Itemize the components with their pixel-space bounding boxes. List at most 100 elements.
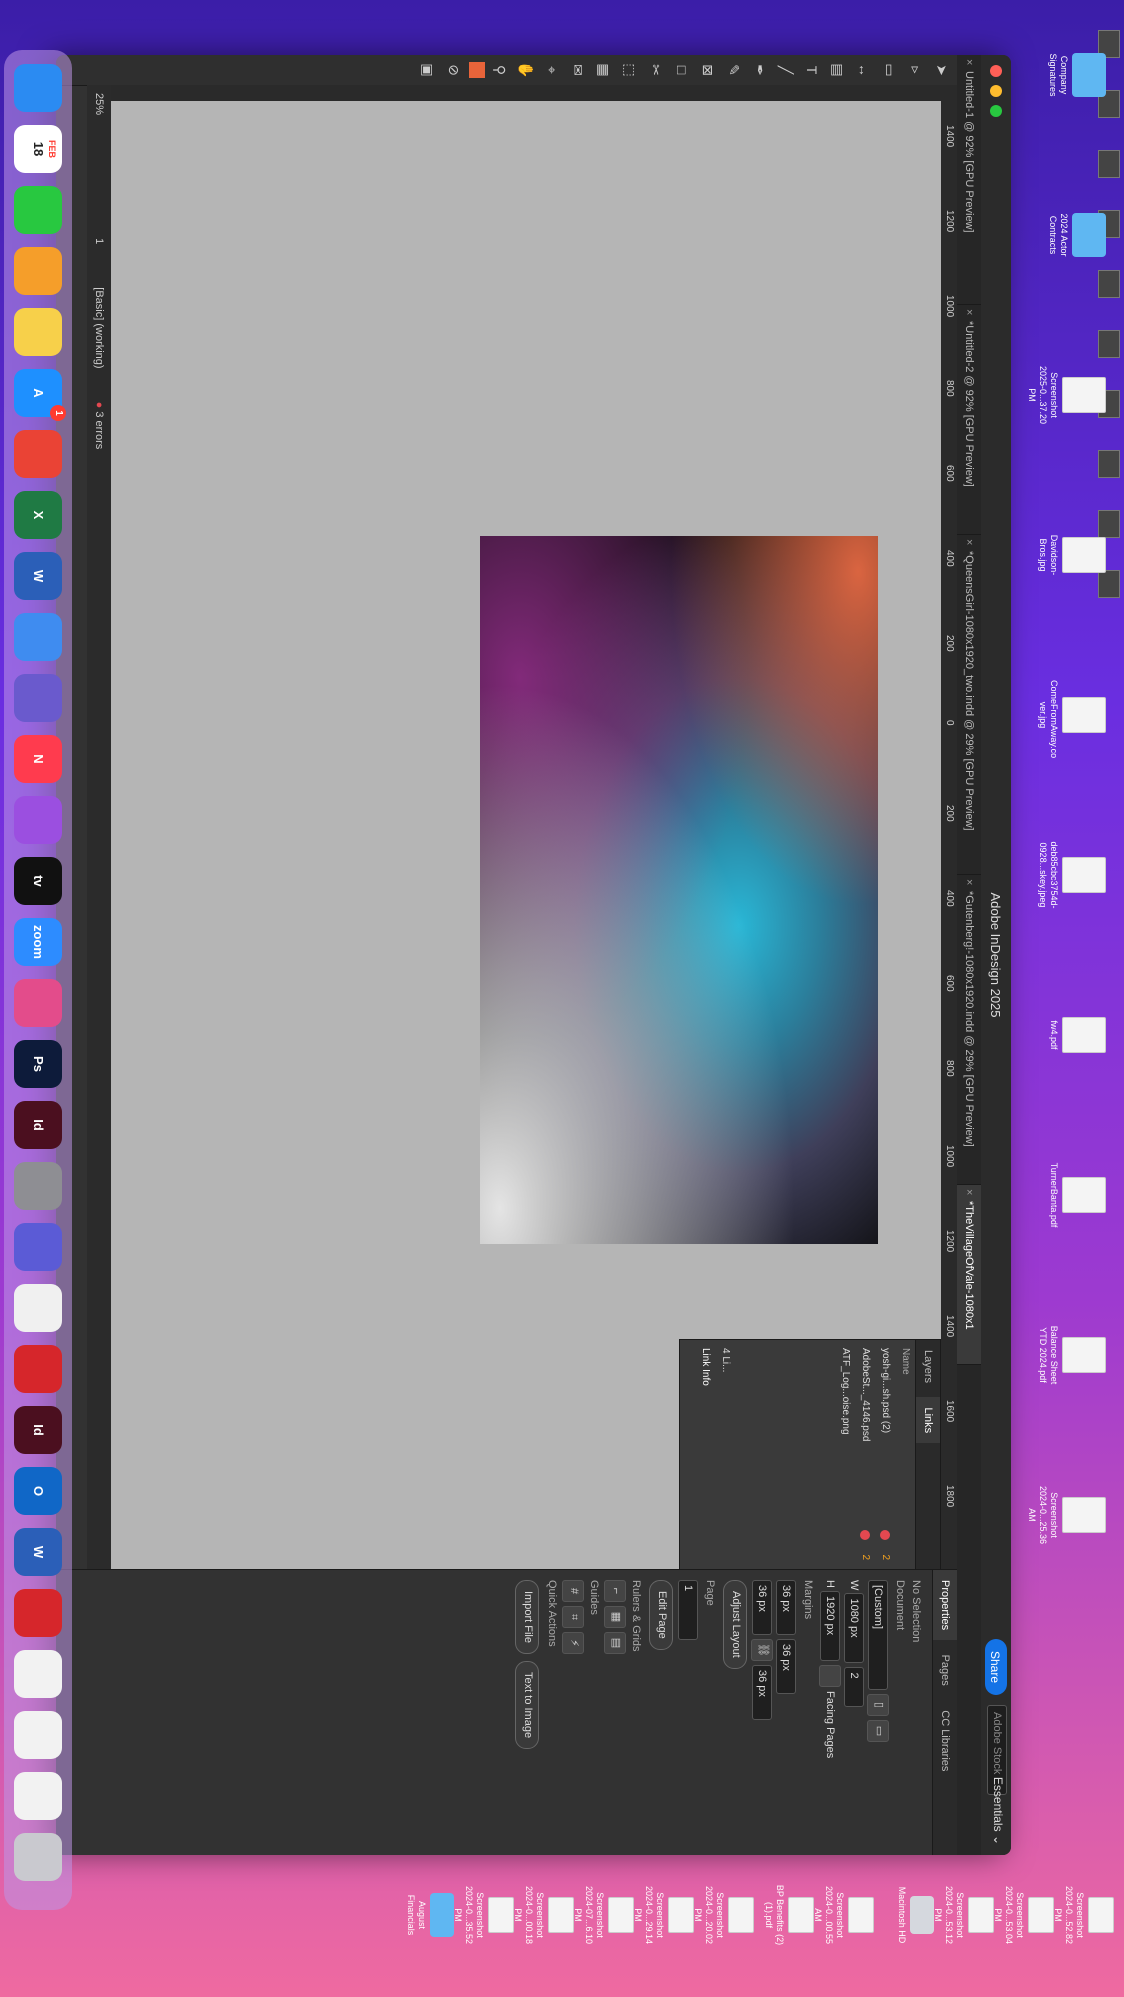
app-store-icon[interactable]: A1 — [14, 369, 66, 421]
tab-untitled-2[interactable]: × *Untitled-2 @ 92% [GPU Preview] — [957, 305, 981, 535]
tab-pages[interactable]: Pages — [933, 1645, 957, 1696]
word-doc-icon[interactable]: W — [14, 1528, 62, 1576]
system-settings-icon[interactable] — [14, 1162, 62, 1210]
acrobat-icon[interactable] — [14, 1345, 62, 1393]
tab-links[interactable]: Links — [916, 1397, 940, 1444]
document-page-smoke-image[interactable] — [480, 536, 878, 1244]
desktop-icon[interactable]: Macintosh HD — [896, 1880, 934, 1950]
desktop-icon[interactable]: Company Signatures — [1047, 40, 1106, 110]
lock-guides-icon[interactable]: ⌗ — [562, 1606, 584, 1628]
screen-mode-icon[interactable]: ▣ — [417, 59, 439, 81]
apply-none-icon[interactable]: ⊘ — [443, 59, 465, 81]
guides-icon[interactable]: # — [562, 1580, 584, 1602]
desktop-icon[interactable]: Screenshot 2024-0...53.04 PM — [992, 1880, 1054, 1950]
gradient-tool-icon[interactable]: ▦ — [593, 59, 615, 81]
close-tab-icon[interactable]: × — [957, 879, 981, 885]
desktop-icon[interactable]: TurnerBanta.pdf — [1048, 1160, 1106, 1230]
type-tool-icon[interactable]: T — [801, 59, 823, 81]
margin-top-field[interactable]: 36 px — [776, 1580, 796, 1635]
landscape-icon[interactable]: ▭ — [867, 1720, 889, 1742]
indesign-2-icon[interactable]: Id — [14, 1406, 62, 1454]
close-tab-icon[interactable]: × — [957, 309, 981, 315]
outlook-icon[interactable]: O — [14, 1467, 62, 1515]
facing-pages-checkbox[interactable] — [819, 1665, 841, 1688]
photoshop-icon[interactable]: Ps — [14, 1040, 62, 1088]
acrobat-doc-icon[interactable] — [14, 1589, 62, 1637]
selection-tool-icon[interactable]: ➤ — [931, 59, 953, 81]
tab-queensgirl[interactable]: × *QueensGirl-1080x1920_two.indd @ 29% [G… — [957, 535, 981, 875]
eyedropper-tool-icon[interactable]: ⌖ — [541, 59, 563, 81]
close-tab-icon[interactable]: × — [957, 1189, 981, 1195]
indesign-icon[interactable]: Id — [14, 1101, 62, 1149]
tab-layers[interactable]: Layers — [916, 1340, 940, 1393]
preflight-errors[interactable]: 3 errors — [93, 411, 105, 449]
tab-cc-libraries[interactable]: CC Libraries — [933, 1700, 957, 1781]
pen-tool-icon[interactable]: ✒ — [749, 59, 771, 81]
pages-icon[interactable] — [14, 247, 62, 295]
word-icon[interactable]: W — [14, 552, 62, 600]
desktop-icon[interactable]: Screenshot 2024-0...00.18 PM — [512, 1880, 574, 1950]
zoom-icon[interactable]: zoom — [14, 918, 62, 966]
notes-icon[interactable] — [14, 308, 62, 356]
pencil-tool-icon[interactable]: ✎ — [723, 59, 745, 81]
width-field[interactable]: 1080 px — [844, 1593, 864, 1664]
chrome-icon[interactable] — [14, 430, 62, 478]
doc-3-icon[interactable] — [14, 1772, 62, 1820]
baseline-grid-icon[interactable]: ▤ — [604, 1632, 626, 1654]
desktop-icon[interactable]: Screenshot 2024-0...00.55 AM — [812, 1880, 874, 1950]
line-tool-icon[interactable]: ╱ — [775, 59, 797, 81]
note-tool-icon[interactable]: ✉ — [567, 59, 589, 81]
trash-icon[interactable] — [14, 1833, 62, 1881]
podcasts-icon[interactable] — [14, 796, 62, 844]
ruler-icon[interactable]: ⌐ — [604, 1580, 626, 1602]
desktop-icon[interactable]: August Financials — [405, 1880, 454, 1950]
page-tool-icon[interactable]: ▭ — [879, 59, 901, 81]
link-margins-icon[interactable]: ⛓ — [751, 1639, 773, 1661]
desktop-icon[interactable]: Screenshot 2024-0...35.52 PM — [452, 1880, 514, 1950]
apple-tv-icon[interactable]: tv — [14, 857, 62, 905]
margin-right-field[interactable]: 36 px — [752, 1665, 772, 1720]
edit-page-button[interactable]: Edit Page — [649, 1580, 673, 1650]
pages-count-field[interactable]: 2 — [844, 1667, 864, 1708]
close-tab-icon[interactable]: × — [957, 539, 981, 545]
preset-select[interactable]: [Custom] — [868, 1580, 888, 1690]
workspace-switcher[interactable]: Essentials ⌄ — [991, 1777, 1005, 1845]
doc-2-icon[interactable] — [14, 1711, 62, 1759]
desktop-icon[interactable]: Davidson-Bros.jpg — [1037, 520, 1106, 590]
rectangle-frame-tool-icon[interactable]: ⊠ — [697, 59, 719, 81]
tab-untitled-1[interactable]: × Untitled-1 @ 92% [GPU Preview] — [957, 55, 981, 305]
zoom-level[interactable]: 25% — [93, 93, 105, 115]
desktop-icon[interactable]: Screenshot 2024-0...53.12 PM — [932, 1880, 994, 1950]
list-item[interactable]: yosh-gi...sh.psd (2) 2 — [875, 1340, 895, 1570]
smart-guides-icon[interactable]: ⚡ — [562, 1632, 584, 1654]
screen-share-icon[interactable] — [14, 1223, 62, 1271]
numbers-icon[interactable] — [14, 186, 62, 234]
gap-tool-icon[interactable]: ↔ — [853, 59, 875, 81]
desktop-icon[interactable]: ComeFromAway.co ver.jpg — [1037, 680, 1106, 758]
creative-cloud-icon[interactable] — [14, 979, 62, 1027]
desktop-icon[interactable]: BP Benefits (2) (1).pdf — [763, 1880, 814, 1950]
desktop-icon[interactable]: Balance Sheet YTD 2024.pdf — [1037, 1320, 1106, 1390]
scissors-tool-icon[interactable]: ✂ — [645, 59, 667, 81]
tab-village-of-vale[interactable]: × *TheVillageOfVale-1080x1 — [957, 1185, 981, 1365]
desktop-icon[interactable]: Screenshot 2024-0...29.14 PM — [632, 1880, 694, 1950]
import-file-button[interactable]: Import File — [515, 1580, 539, 1654]
desktop-icon[interactable]: 2024 Actor Contracts — [1047, 200, 1106, 270]
desktop-icon[interactable]: Screenshot 2024-0...25.36 AM — [1026, 1480, 1106, 1550]
fill-stroke-icon[interactable] — [469, 62, 485, 78]
preview-icon[interactable] — [14, 674, 62, 722]
page-select[interactable]: 1 — [678, 1580, 698, 1640]
desktop-icon[interactable]: Screenshot 2025-0...37.20 PM — [1026, 360, 1106, 430]
hand-tool-icon[interactable]: ✋ — [515, 59, 537, 81]
margin-left-field[interactable]: 36 px — [776, 1639, 796, 1694]
freeform-icon[interactable] — [14, 1284, 62, 1332]
desktop-icon[interactable]: deb85cbc3754d-0928...skey.jpeg — [1037, 840, 1106, 910]
text-to-image-button[interactable]: Text to Image — [515, 1661, 539, 1750]
calendar-icon[interactable]: 18 FEB — [14, 125, 62, 173]
page-number[interactable]: 1 — [93, 238, 105, 244]
direct-selection-tool-icon[interactable]: ▹ — [905, 59, 927, 81]
doc-1-icon[interactable] — [14, 1650, 62, 1698]
keynote-icon[interactable] — [14, 613, 62, 661]
finder-icon[interactable] — [14, 64, 62, 112]
tab-gutenberg[interactable]: × *Gutenberg!-1080x1920.indd @ 29% [GPU P… — [957, 875, 981, 1185]
